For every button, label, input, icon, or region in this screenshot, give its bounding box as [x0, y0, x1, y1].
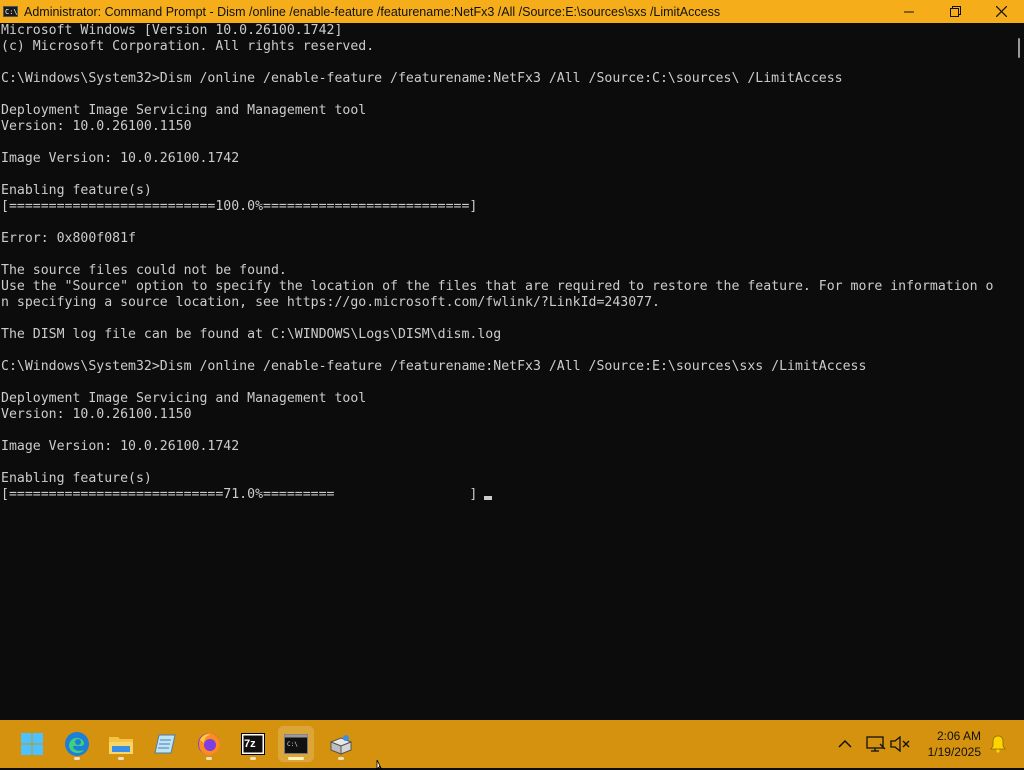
taskbar: 7z C:\ 2:06 AM 1/19/2025	[0, 720, 1024, 768]
notifications-button[interactable]	[986, 732, 1010, 756]
network-icon	[866, 736, 886, 752]
text-cursor	[484, 496, 493, 500]
console-output[interactable]: Microsoft Windows [Version 10.0.26100.17…	[0, 23, 1004, 720]
console-line: C:\Windows\System32>Dism /online /enable…	[1, 359, 867, 374]
console-line: Image Version: 10.0.26100.1742	[1, 151, 240, 166]
console-lines: Microsoft Windows [Version 10.0.26100.17…	[0, 23, 1004, 487]
notepad-icon	[154, 734, 176, 754]
terminal-icon: C:\	[284, 734, 308, 754]
console-line: Deployment Image Servicing and Managemen…	[1, 103, 367, 118]
minimize-button[interactable]	[886, 0, 932, 23]
taskbar-firefox[interactable]	[191, 726, 227, 762]
taskbar-7zip[interactable]: 7z	[235, 726, 271, 762]
close-icon	[995, 6, 1007, 17]
system-clock[interactable]: 2:06 AM 1/19/2025	[928, 728, 981, 760]
clock-date: 1/19/2025	[927, 745, 981, 759]
close-button[interactable]	[978, 0, 1024, 23]
show-hidden-icons-button[interactable]	[833, 732, 857, 756]
taskbar-file-explorer[interactable]	[103, 726, 139, 762]
bell-icon	[990, 735, 1006, 753]
start-button[interactable]	[14, 726, 50, 762]
taskbar-installer[interactable]	[323, 726, 359, 762]
active-indicator	[288, 757, 304, 760]
console-line: Version: 10.0.26100.1150	[1, 407, 192, 422]
taskbar-edge[interactable]	[59, 726, 95, 762]
console-line: Version: 10.0.26100.1150	[1, 119, 192, 134]
volume-muted-icon	[890, 736, 910, 752]
window-controls	[886, 0, 1024, 23]
console-line: [==========================100.0%=======…	[1, 199, 478, 214]
clock-time: 2:06 AM	[936, 729, 981, 743]
console-line: The source files could not be found.	[1, 263, 287, 278]
minimize-icon	[904, 11, 914, 12]
console-line: Error: 0x800f081f	[1, 231, 136, 246]
title-bar[interactable]: C:\ Administrator: Command Prompt - Dism…	[0, 0, 1024, 23]
7zip-label: 7z	[244, 738, 256, 750]
chevron-up-icon	[838, 739, 852, 748]
running-indicator	[250, 757, 256, 760]
volume-button[interactable]	[888, 732, 912, 756]
folder-icon	[109, 737, 133, 754]
console-line: Deployment Image Servicing and Managemen…	[1, 391, 367, 406]
running-indicator	[338, 757, 344, 760]
console-line: (c) Microsoft Corporation. All rights re…	[1, 39, 375, 54]
progress-line: [===========================71.0%=======…	[0, 487, 1004, 503]
vertical-scrollbar[interactable]	[1004, 23, 1024, 720]
running-indicator	[118, 757, 124, 760]
installer-icon	[329, 735, 353, 755]
taskbar-notepad[interactable]	[147, 726, 183, 762]
scrollbar-thumb[interactable]	[1018, 38, 1020, 58]
console-line: n specifying a source location, see http…	[1, 295, 660, 310]
console-line: Microsoft Windows [Version 10.0.26100.17…	[1, 23, 343, 38]
svg-text:C:\: C:\	[287, 741, 298, 748]
firefox-icon	[198, 733, 220, 755]
windows-start-icon	[21, 733, 43, 755]
taskbar-command-prompt[interactable]: C:\	[278, 726, 314, 762]
maximize-button[interactable]	[932, 0, 978, 23]
mouse-pointer-icon	[376, 760, 383, 770]
running-indicator	[206, 757, 212, 760]
console-line: Image Version: 10.0.26100.1742	[1, 439, 240, 454]
console-line: Enabling feature(s)	[1, 471, 152, 486]
console-line: Use the "Source" option to specify the l…	[1, 279, 994, 294]
console-line: C:\Windows\System32>Dism /online /enable…	[1, 71, 843, 86]
console-line: Enabling feature(s)	[1, 183, 152, 198]
console-line: The DISM log file can be found at C:\WIN…	[1, 327, 502, 342]
running-indicator	[74, 757, 80, 760]
network-button[interactable]	[864, 732, 888, 756]
edge-icon	[65, 732, 89, 756]
maximize-icon	[949, 6, 961, 17]
progress-text: [===========================71.0%=======…	[1, 487, 478, 502]
window-title: Administrator: Command Prompt - Dism /on…	[24, 4, 721, 19]
cmd-icon: C:\	[3, 6, 18, 17]
